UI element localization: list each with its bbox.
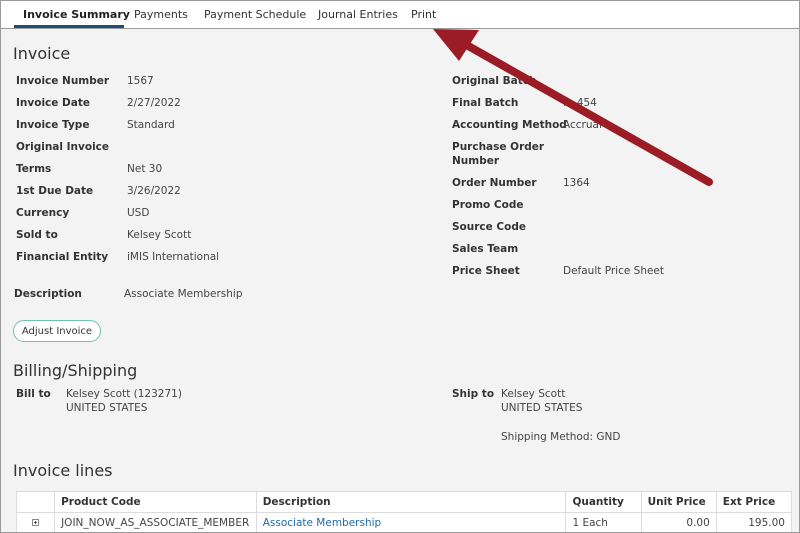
invoice-number-value: 1567 <box>127 75 154 87</box>
tab-payment-schedule[interactable]: Payment Schedule <box>204 8 306 21</box>
quantity-header: Quantity <box>565 491 642 513</box>
original-invoice-label: Original Invoice <box>16 141 110 153</box>
price-sheet-label: Price Sheet <box>452 265 520 277</box>
sold-to-label: Sold to <box>16 229 58 241</box>
source-code-label: Source Code <box>452 221 526 233</box>
invoice-date-value: 2/27/2022 <box>127 97 181 109</box>
description-link[interactable]: Associate Membership <box>263 517 381 529</box>
final-batch-value: ...-454 <box>563 97 597 109</box>
table-row: JOIN_NOW_AS_ASSOCIATE_MEMBER Associate M… <box>15 512 793 532</box>
purchase-order-label: Purchase Order <box>452 141 545 153</box>
sales-team-label: Sales Team <box>452 243 519 255</box>
invoice-lines-heading: Invoice lines <box>13 461 113 480</box>
ship-to-label: Ship to <box>452 388 495 400</box>
invoice-date-label: Invoice Date <box>16 97 90 109</box>
invoice-heading: Invoice <box>13 44 71 63</box>
price-sheet-value: Default Price Sheet <box>563 265 665 277</box>
tab-journal-entries[interactable]: Journal Entries <box>318 8 398 21</box>
financial-entity-label: Financial Entity <box>16 251 109 263</box>
original-batch-label: Original Batch <box>452 75 537 87</box>
billing-shipping-heading: Billing/Shipping <box>13 361 138 380</box>
invoice-number-label: Invoice Number <box>16 75 110 87</box>
shipping-method: Shipping Method: GND <box>501 431 621 443</box>
adjust-invoice-button[interactable]: Adjust Invoice <box>13 320 101 342</box>
product-code-header: Product Code <box>54 491 257 513</box>
expand-plus-icon[interactable] <box>32 519 40 526</box>
bill-to-label: Bill to <box>16 388 51 400</box>
tab-payments[interactable]: Payments <box>134 8 188 21</box>
currency-label: Currency <box>16 207 70 219</box>
ship-to-name: Kelsey Scott <box>501 388 566 400</box>
product-code-cell: JOIN_NOW_AS_ASSOCIATE_MEMBER <box>54 512 257 532</box>
description-label: Description <box>14 288 82 300</box>
order-number-label: Order Number <box>452 177 537 189</box>
first-due-date-value: 3/26/2022 <box>127 185 181 197</box>
tab-bar: Invoice Summary Payments Payment Schedul… <box>1 1 799 29</box>
bill-to-country: UNITED STATES <box>66 402 148 414</box>
invoice-panel: Invoice Summary Payments Payment Schedul… <box>0 0 800 533</box>
promo-code-label: Promo Code <box>452 199 524 211</box>
accounting-method-value: Accrual <box>563 119 602 131</box>
quantity-cell: 1 Each <box>565 512 642 532</box>
description-header: Description <box>255 491 567 513</box>
expander-header <box>15 491 56 513</box>
invoice-lines-table: Product Code Description Quantity Unit P… <box>15 491 793 532</box>
final-batch-label: Final Batch <box>452 97 519 109</box>
description-cell: Associate Membership <box>255 512 567 532</box>
ship-to-country: UNITED STATES <box>501 402 583 414</box>
first-due-date-label: 1st Due Date <box>16 185 94 197</box>
unit-price-cell: 0.00 <box>640 512 717 532</box>
invoice-type-value: Standard <box>127 119 175 131</box>
ext-price-header: Ext Price <box>715 491 793 513</box>
terms-value: Net 30 <box>127 163 163 175</box>
order-number-value: 1364 <box>563 177 590 189</box>
financial-entity-value: iMIS International <box>127 251 220 263</box>
terms-label: Terms <box>16 163 52 175</box>
purchase-order-label-line2: Number <box>452 155 500 167</box>
row-expander-cell[interactable] <box>15 512 56 532</box>
tab-print[interactable]: Print <box>411 8 436 21</box>
invoice-type-label: Invoice Type <box>16 119 90 131</box>
unit-price-header: Unit Price <box>640 491 717 513</box>
currency-value: USD <box>127 207 150 219</box>
table-header-row: Product Code Description Quantity Unit P… <box>15 491 793 513</box>
ext-price-cell: 195.00 <box>715 512 793 532</box>
active-tab-indicator <box>14 25 124 28</box>
tab-invoice-summary[interactable]: Invoice Summary <box>23 8 130 21</box>
bill-to-name: Kelsey Scott (123271) <box>66 388 182 400</box>
accounting-method-label: Accounting Method <box>452 119 567 131</box>
sold-to-value: Kelsey Scott <box>127 229 192 241</box>
annotation-arrow-icon <box>433 29 713 186</box>
description-value: Associate Membership <box>124 288 243 300</box>
